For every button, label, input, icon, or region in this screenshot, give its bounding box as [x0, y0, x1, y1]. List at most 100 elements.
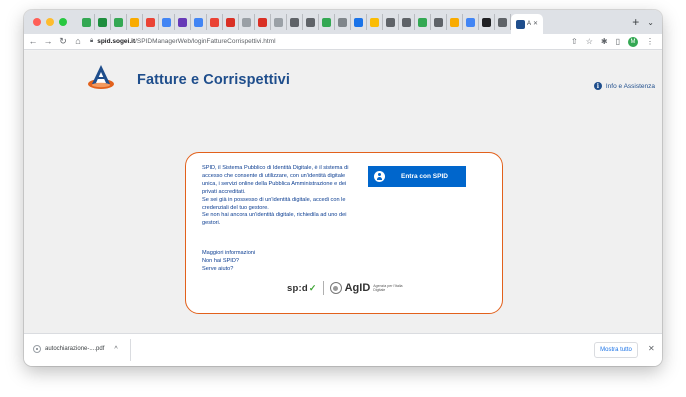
share-icon[interactable]: ⇧	[571, 37, 578, 46]
need-help-link[interactable]: Serve aiuto?	[202, 265, 255, 273]
new-tab-button[interactable]: +	[632, 16, 639, 28]
show-all-downloads-button[interactable]: Mostra tutto	[594, 342, 638, 358]
tab-favicon-icon	[402, 17, 411, 27]
browser-tab[interactable]	[223, 14, 239, 30]
page-title: Fatture e Corrispettivi	[137, 72, 290, 88]
home-icon[interactable]: ⌂	[72, 37, 84, 46]
tab-favicon-icon	[162, 17, 171, 27]
tab-favicon-icon	[130, 17, 139, 27]
browser-tab[interactable]	[95, 14, 111, 30]
chevron-up-icon[interactable]: ^	[114, 346, 117, 353]
side-panel-icon[interactable]: ▯	[616, 37, 620, 46]
agenzia-entrate-logo[interactable]	[87, 63, 115, 91]
browser-tab[interactable]	[431, 14, 447, 30]
spid-login-card: SPID, il Sistema Pubblico di Identità Di…	[185, 152, 503, 314]
tab-favicon-icon	[450, 17, 459, 27]
spid-button-label: Entra con SPID	[401, 173, 448, 180]
browser-tab[interactable]	[287, 14, 303, 30]
tab-favicon-icon	[482, 17, 491, 27]
info-assistenza-link[interactable]: i Info e Assistenza	[593, 82, 655, 90]
browser-tab[interactable]	[127, 14, 143, 30]
tab-favicon-icon	[418, 17, 427, 27]
tab-favicon-icon	[146, 17, 155, 27]
site-header: Fatture e Corrispettivi i Info e Assiste…	[24, 51, 662, 101]
browser-tab[interactable]	[415, 14, 431, 30]
browser-tab[interactable]	[79, 14, 95, 30]
profile-avatar[interactable]: M	[628, 36, 638, 47]
agid-logo: AgID	[344, 282, 371, 294]
toolbar-actions: ⇧ ☆ ✱ ▯ M ⋮	[571, 36, 654, 47]
download-item[interactable]: autochiarazione-....pdf ^	[33, 345, 118, 353]
browser-tab[interactable]	[351, 14, 367, 30]
spid-intro-text: SPID, il Sistema Pubblico di Identità Di…	[202, 165, 349, 195]
browser-tab[interactable]	[399, 14, 415, 30]
spid-request-text: Se non hai ancora un'identità digitale, …	[202, 212, 347, 227]
italian-republic-emblem-icon	[329, 282, 342, 294]
browser-tab[interactable]	[335, 14, 351, 30]
partner-logos: sp:d✓ AgID Agenzia per l'Italia Digitale	[287, 281, 403, 295]
minimize-window-button[interactable]	[46, 18, 54, 26]
info-assistenza-label: Info e Assistenza	[605, 82, 655, 90]
forward-arrow-icon[interactable]: →	[42, 37, 54, 46]
maximize-window-button[interactable]	[59, 18, 67, 26]
browser-tab[interactable]	[479, 14, 495, 30]
tab-favicon-icon	[498, 17, 507, 27]
kebab-menu-icon[interactable]: ⋮	[646, 37, 654, 46]
download-bar: autochiarazione-....pdf ^ Mostra tutto ✕	[24, 333, 662, 366]
close-download-bar-icon[interactable]: ✕	[648, 345, 655, 353]
browser-tab[interactable]	[383, 14, 399, 30]
user-icon	[374, 171, 385, 182]
active-browser-tab[interactable]: A ✕	[511, 14, 544, 34]
browser-tab[interactable]	[175, 14, 191, 30]
spid-logo-text: sp:d	[287, 282, 308, 294]
tab-favicon-icon	[98, 17, 107, 27]
browser-tab[interactable]	[447, 14, 463, 30]
browser-tab[interactable]	[495, 14, 511, 30]
url-path: /SPIDManagerWeb/loginFattureCorrispettiv…	[135, 38, 276, 45]
logo-divider	[322, 281, 324, 295]
tab-favicon-icon	[242, 17, 251, 27]
close-tab-icon[interactable]: ✕	[533, 21, 538, 27]
bookmark-star-icon[interactable]: ☆	[586, 37, 593, 46]
browser-tab[interactable]	[143, 14, 159, 30]
browser-tab[interactable]	[319, 14, 335, 30]
tab-favicon-icon	[370, 17, 379, 27]
lock-icon[interactable]: 🔒︎	[90, 38, 93, 45]
back-arrow-icon[interactable]: ←	[27, 37, 39, 46]
tab-search-chevron-icon[interactable]: ⌄	[647, 18, 654, 27]
file-download-icon	[33, 345, 41, 353]
url-host: spid.sogei.it	[97, 38, 136, 45]
tab-favicon-icon	[274, 17, 283, 27]
extensions-puzzle-icon[interactable]: ✱	[601, 37, 608, 46]
address-bar[interactable]: 🔒︎ spid.sogei.it/SPIDManagerWeb/loginFat…	[90, 36, 571, 48]
browser-tab[interactable]	[367, 14, 383, 30]
download-filename: autochiarazione-....pdf	[45, 346, 105, 352]
browser-window: A ✕ + ⌄ ← → ↻ ⌂ 🔒︎ spid.sogei.it/SPIDMana…	[24, 10, 662, 366]
tab-favicon-icon	[466, 17, 475, 27]
browser-tab[interactable]	[207, 14, 223, 30]
browser-tab[interactable]	[191, 14, 207, 30]
browser-tab[interactable]	[111, 14, 127, 30]
browser-tab[interactable]	[463, 14, 479, 30]
tab-favicon-icon	[258, 17, 267, 27]
browser-tab[interactable]	[239, 14, 255, 30]
tab-favicon-icon	[354, 17, 363, 27]
help-links: Maggiori informazioni Non hai SPID? Serv…	[202, 249, 255, 273]
reload-icon[interactable]: ↻	[57, 37, 69, 46]
tab-favicon-icon	[82, 17, 91, 27]
browser-tab[interactable]	[271, 14, 287, 30]
tab-favicon-icon	[322, 17, 331, 27]
browser-tab[interactable]	[255, 14, 271, 30]
close-window-button[interactable]	[33, 18, 41, 26]
tab-favicon-icon	[306, 17, 315, 27]
entra-con-spid-button[interactable]: Entra con SPID	[368, 166, 466, 187]
browser-tab[interactable]	[303, 14, 319, 30]
agid-caption: Agenzia per l'Italia Digitale	[373, 283, 403, 292]
browser-tab[interactable]	[159, 14, 175, 30]
tab-favicon-icon	[226, 17, 235, 27]
more-info-link[interactable]: Maggiori informazioni	[202, 249, 255, 257]
no-spid-link[interactable]: Non hai SPID?	[202, 257, 255, 265]
tab-favicon-icon	[516, 19, 525, 29]
page-content: Fatture e Corrispettivi i Info e Assiste…	[24, 51, 662, 333]
browser-toolbar: ← → ↻ ⌂ 🔒︎ spid.sogei.it/SPIDManagerWeb/…	[24, 34, 662, 50]
